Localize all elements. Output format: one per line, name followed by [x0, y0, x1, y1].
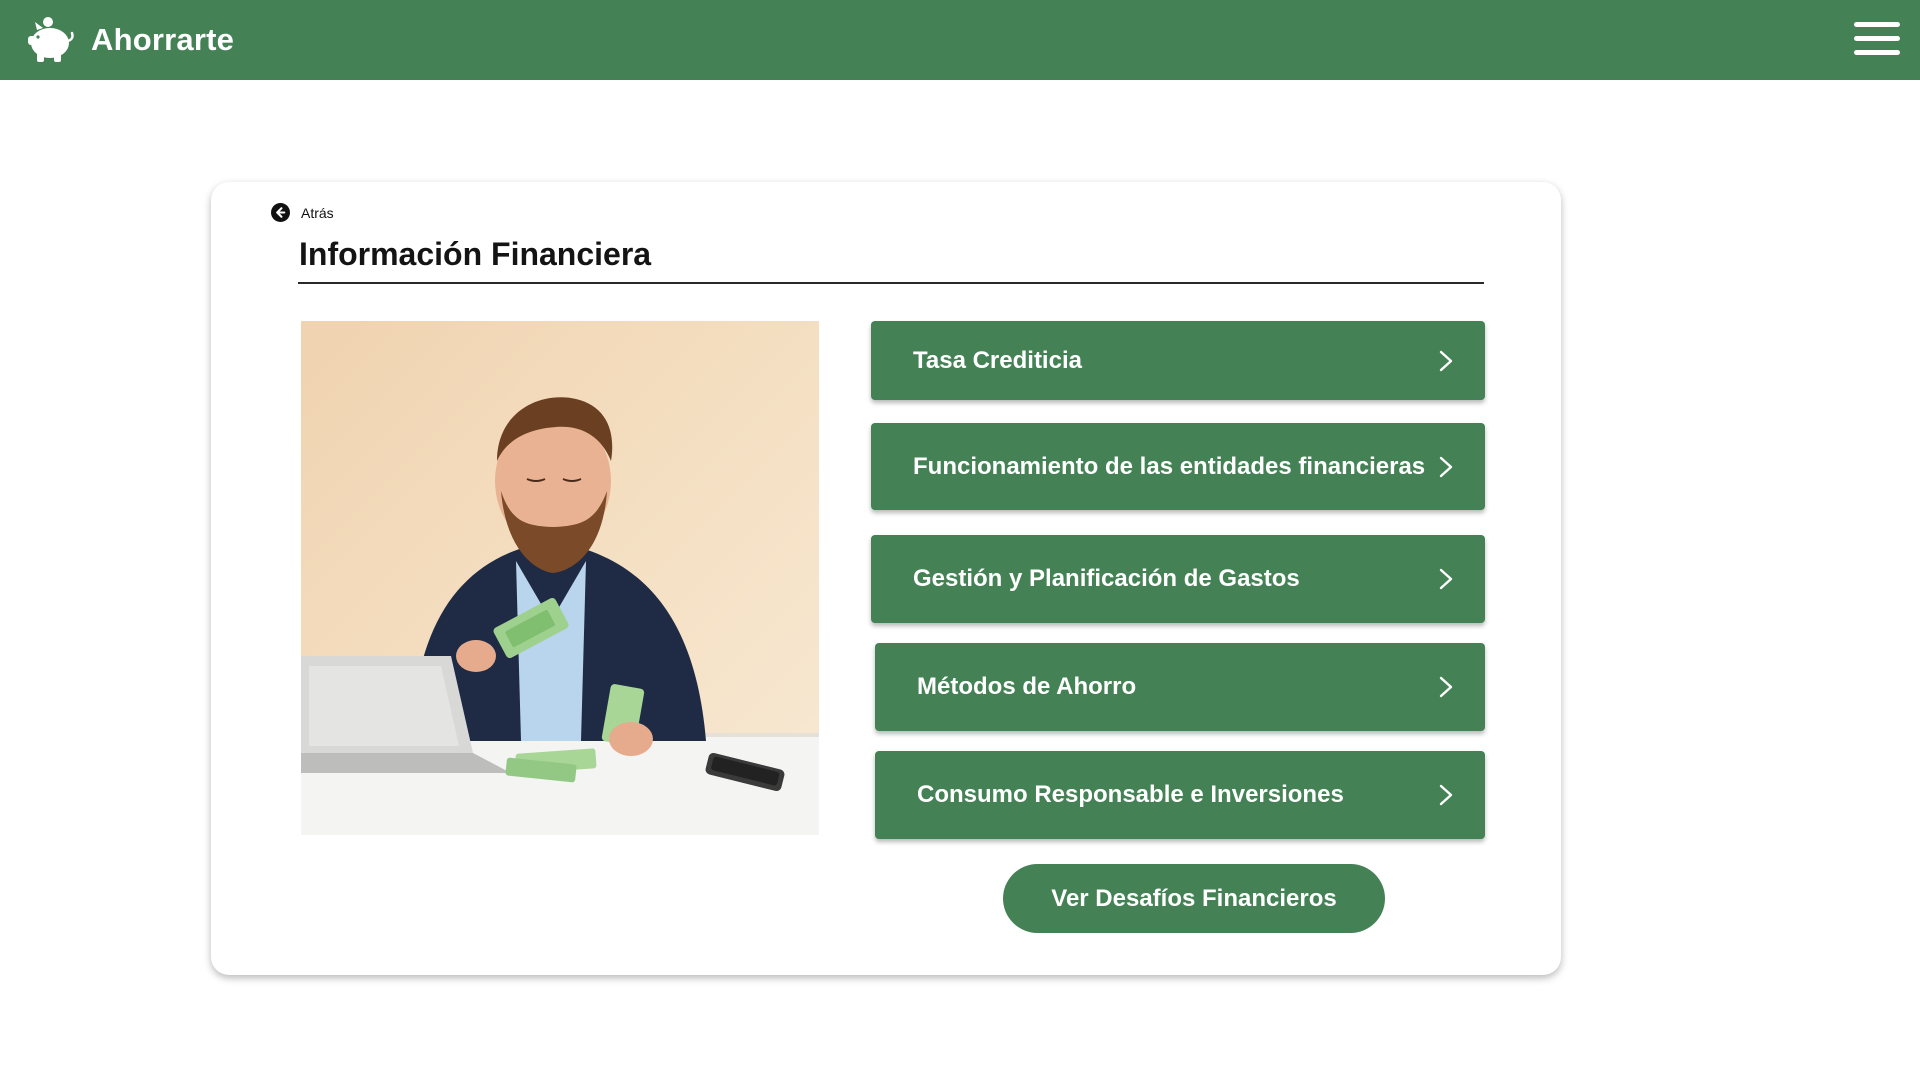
ver-desafios-button[interactable]: Ver Desafíos Financieros	[1003, 864, 1385, 933]
menu-bar	[1854, 22, 1900, 27]
topic-label: Consumo Responsable e Inversiones	[917, 781, 1344, 808]
topic-gestion-gastos[interactable]: Gestión y Planificación de Gastos	[871, 535, 1485, 623]
topic-label: Gestión y Planificación de Gastos	[913, 565, 1300, 592]
back-link[interactable]: Atrás	[271, 203, 334, 222]
app-header: Ahorrarte	[0, 0, 1920, 80]
page-title: Información Financiera	[299, 236, 652, 272]
content-card: Atrás Información Financiera Tasa Credit…	[211, 182, 1561, 975]
topic-metodos-ahorro[interactable]: Métodos de Ahorro	[875, 643, 1485, 731]
topic-consumo-inversiones[interactable]: Consumo Responsable e Inversiones	[875, 751, 1485, 839]
chevron-right-icon	[1437, 349, 1455, 373]
brand[interactable]: Ahorrarte	[27, 16, 234, 64]
piggy-bank-icon	[28, 17, 74, 62]
title-divider	[298, 282, 1484, 284]
chevron-right-icon	[1437, 567, 1455, 591]
arrow-left-circle-icon	[271, 203, 290, 222]
topic-tasa-crediticia[interactable]: Tasa Crediticia	[871, 321, 1485, 400]
hamburger-menu-icon[interactable]	[1854, 20, 1900, 58]
chevron-right-icon	[1437, 455, 1455, 479]
chevron-right-icon	[1437, 675, 1455, 699]
photo-illustration	[301, 397, 819, 835]
chevron-right-icon	[1437, 783, 1455, 807]
menu-bar	[1854, 50, 1900, 55]
topic-funcionamiento-entidades[interactable]: Funcionamiento de las entidades financie…	[871, 423, 1485, 510]
back-label: Atrás	[301, 204, 334, 221]
topic-label: Métodos de Ahorro	[917, 673, 1137, 700]
app-name: Ahorrarte	[91, 22, 235, 57]
menu-bar	[1854, 36, 1900, 41]
topic-label: Funcionamiento de las entidades financie…	[913, 452, 1426, 480]
hero-photo	[301, 321, 819, 835]
topic-label: Tasa Crediticia	[913, 346, 1082, 374]
